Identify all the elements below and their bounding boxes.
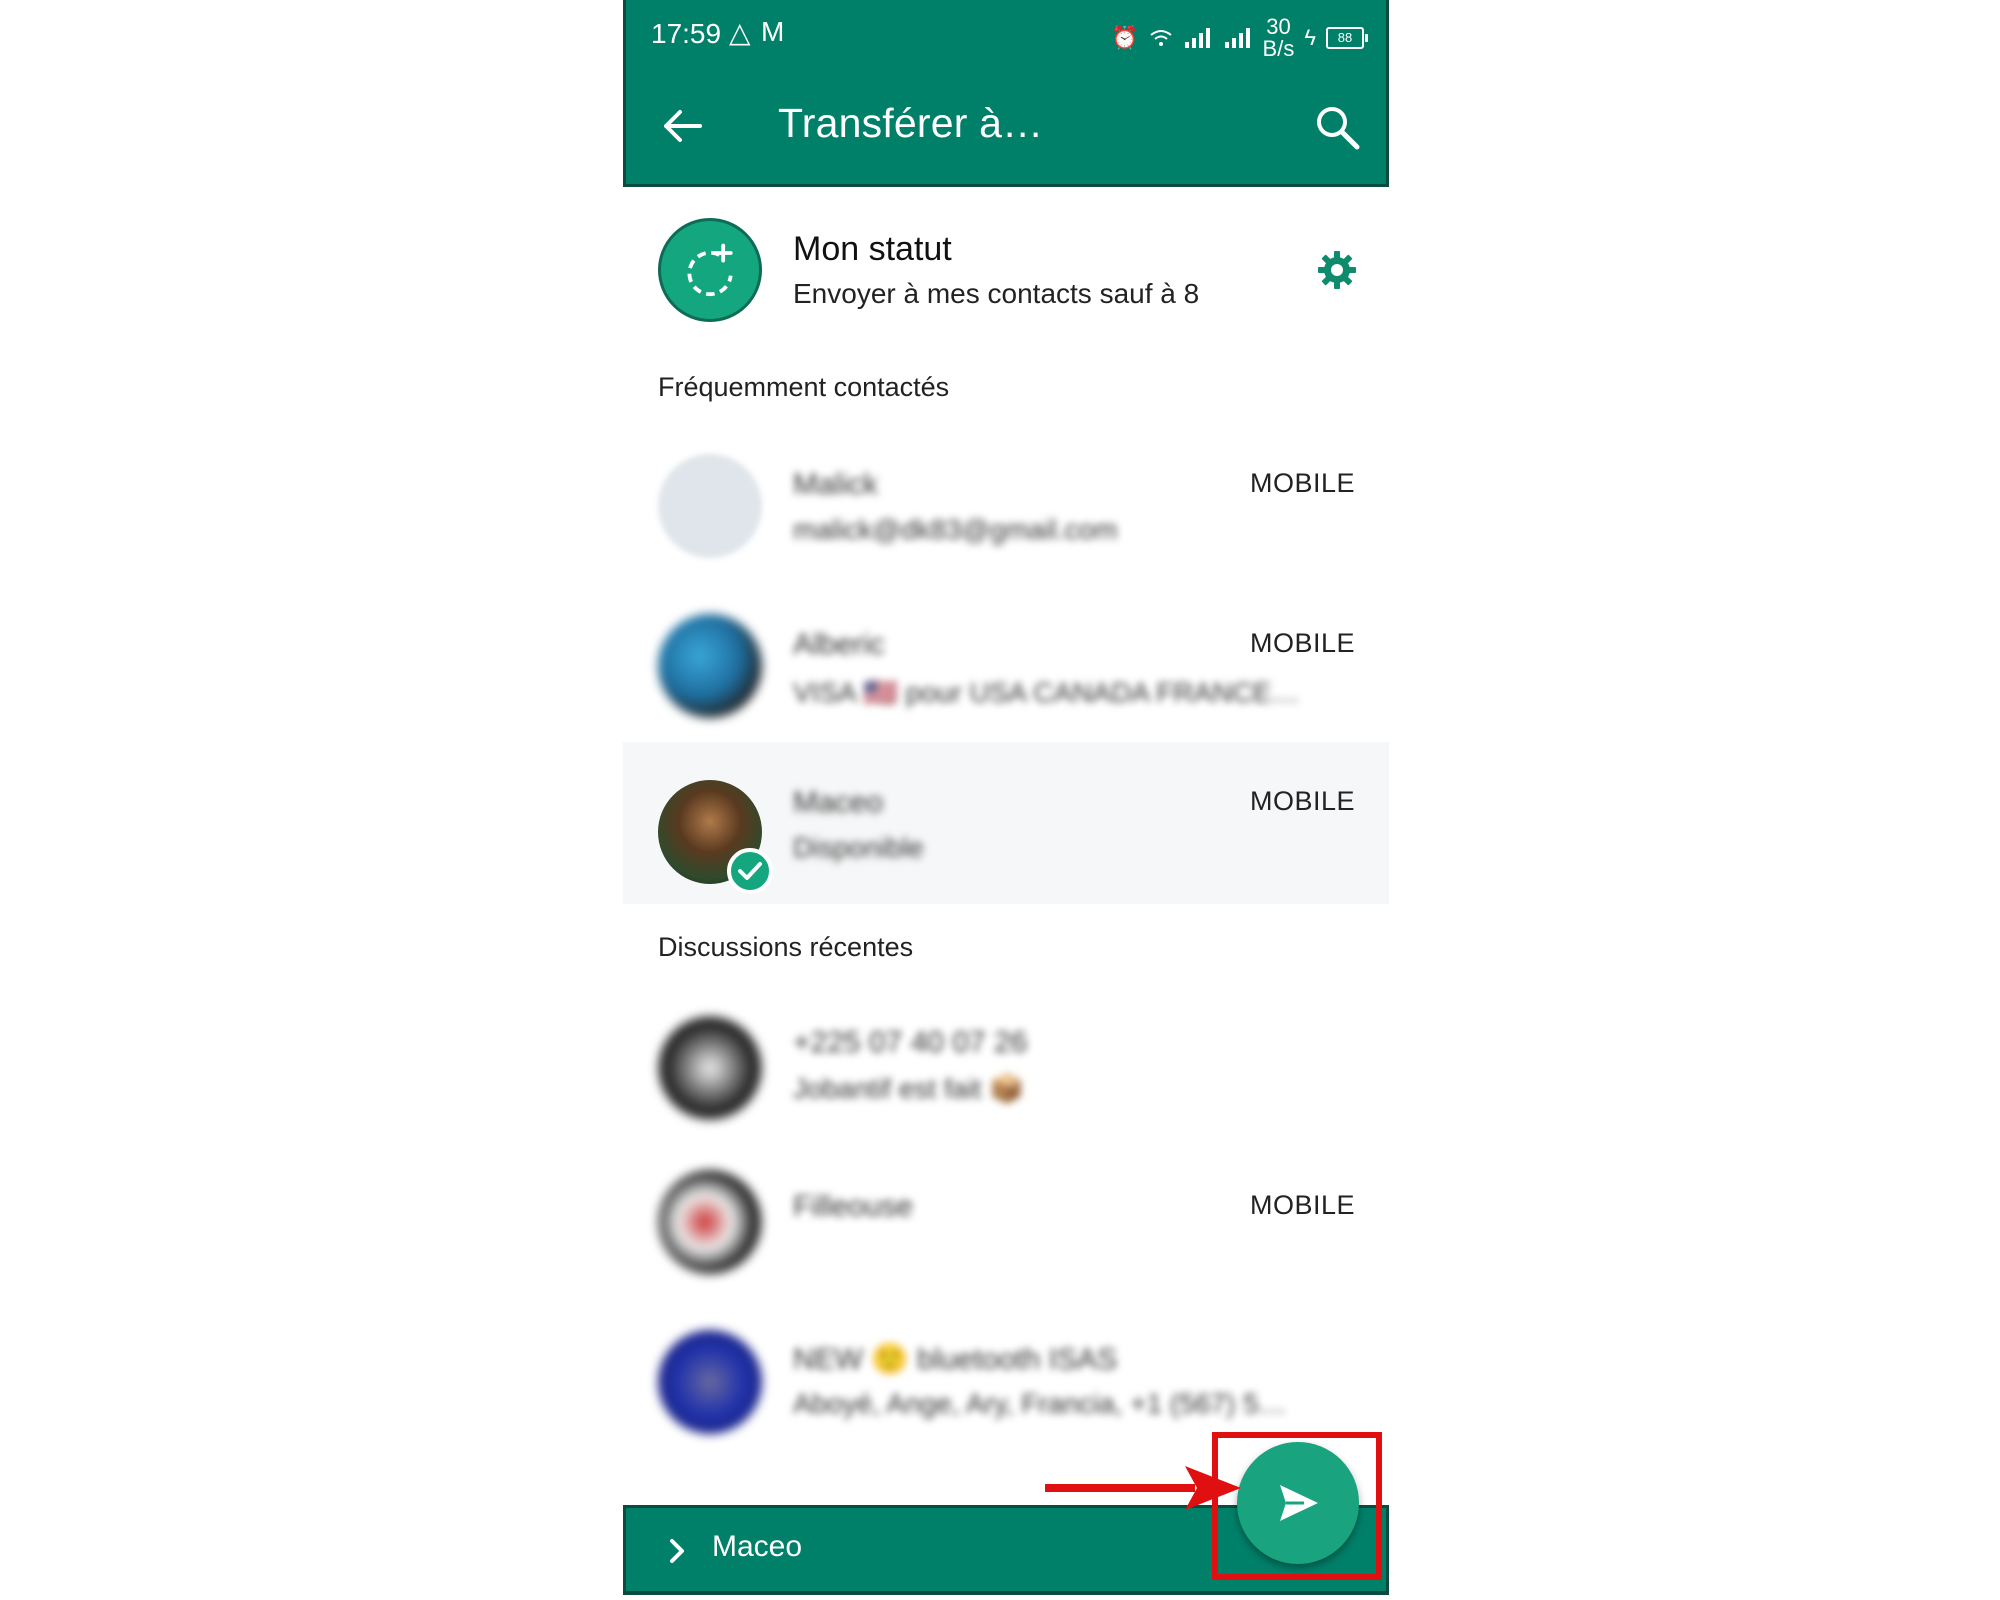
chevron-right-icon[interactable] [662,1536,692,1566]
checkmark-icon [727,848,773,894]
battery-icon: 88 [1326,27,1368,49]
contact-row-selected[interactable]: Maceo Disponible MOBILE [623,742,1389,904]
contact-row[interactable]: Malick malick@dk83@gmail.com MOBILE [623,432,1389,594]
contact-type: MOBILE [1249,628,1355,658]
contact-subtitle: Disponible [793,832,924,863]
status-icons: ⏰ 30 B/s ϟ 88 [1111,16,1368,60]
send-button[interactable] [1237,1442,1359,1564]
avatar [658,454,762,558]
contact-name: Malick [793,468,879,501]
contact-subtitle: VISA 🇺🇸 pour USA CANADA FRANCE… [793,677,1300,708]
my-status-name: Mon statut [793,230,952,268]
chat-row[interactable]: Filleouse MOBILE [623,1162,1389,1302]
chat-name: NEW 🙂 bluetooth ISAS [793,1343,1118,1376]
status-time: 17:59 [651,18,722,49]
contact-type: MOBILE [1249,1190,1355,1220]
contact-subtitle: malick@dk83@gmail.com [793,514,1118,545]
speed-unit: B/s [1262,36,1295,61]
app-header: 17:59 △ M ⏰ 30 B/s ϟ 88 Transférer à… [623,0,1389,187]
chat-row[interactable]: NEW 🙂 bluetooth ISAS Aboyé, Ange, Ary, F… [623,1318,1389,1458]
chat-name: Filleouse [793,1190,914,1223]
my-status-row[interactable]: Mon statut Envoyer à mes contacts sauf à… [623,200,1389,340]
signal-icon [1184,28,1210,48]
speed-value: 30 [1266,14,1291,39]
selected-contact-name: Maceo [712,1530,803,1563]
contact-name: Alberic [793,628,885,661]
section-recent-title: Discussions récentes [658,932,914,962]
charging-icon: ϟ [1304,25,1316,50]
warning-icon: △ [729,17,751,48]
send-icon [1280,1485,1318,1521]
contact-type: MOBILE [1249,468,1355,498]
page-title: Transférer à… [778,100,1044,146]
section-frequent-title: Fréquemment contactés [658,372,950,402]
avatar [658,614,762,718]
chat-row[interactable]: +225 07 40 07 26 Jobantif est fait 📦 [623,1000,1389,1140]
avatar [658,1016,762,1120]
alarm-icon: ⏰ [1111,25,1139,50]
chat-name: +225 07 40 07 26 [793,1026,1028,1059]
my-status-subtitle: Envoyer à mes contacts sauf à 8 [793,278,1200,309]
avatar [658,1330,762,1434]
contact-row[interactable]: Alberic VISA 🇺🇸 pour USA CANADA FRANCE… … [623,594,1389,742]
gmail-icon: M [761,16,785,47]
contact-name: Maceo [793,786,884,819]
wifi-icon [1149,30,1172,46]
phone-screen: 17:59 △ M ⏰ 30 B/s ϟ 88 Transférer à… Mo… [623,0,1389,1600]
status-add-icon [658,218,762,322]
contact-type: MOBILE [1249,786,1355,816]
gear-icon[interactable] [1315,248,1359,292]
avatar [658,1170,762,1274]
chat-subtitle: Jobantif est fait 📦 [793,1073,1024,1104]
annotation-arrow [1045,1466,1241,1510]
arrow-left-icon[interactable] [660,104,704,148]
chat-subtitle: Aboyé, Ange, Ary, Francia, +1 (567) 5… [793,1388,1287,1419]
signal-icon [1224,28,1250,48]
search-icon[interactable] [1314,104,1360,150]
network-speed: 30 B/s [1263,16,1295,60]
